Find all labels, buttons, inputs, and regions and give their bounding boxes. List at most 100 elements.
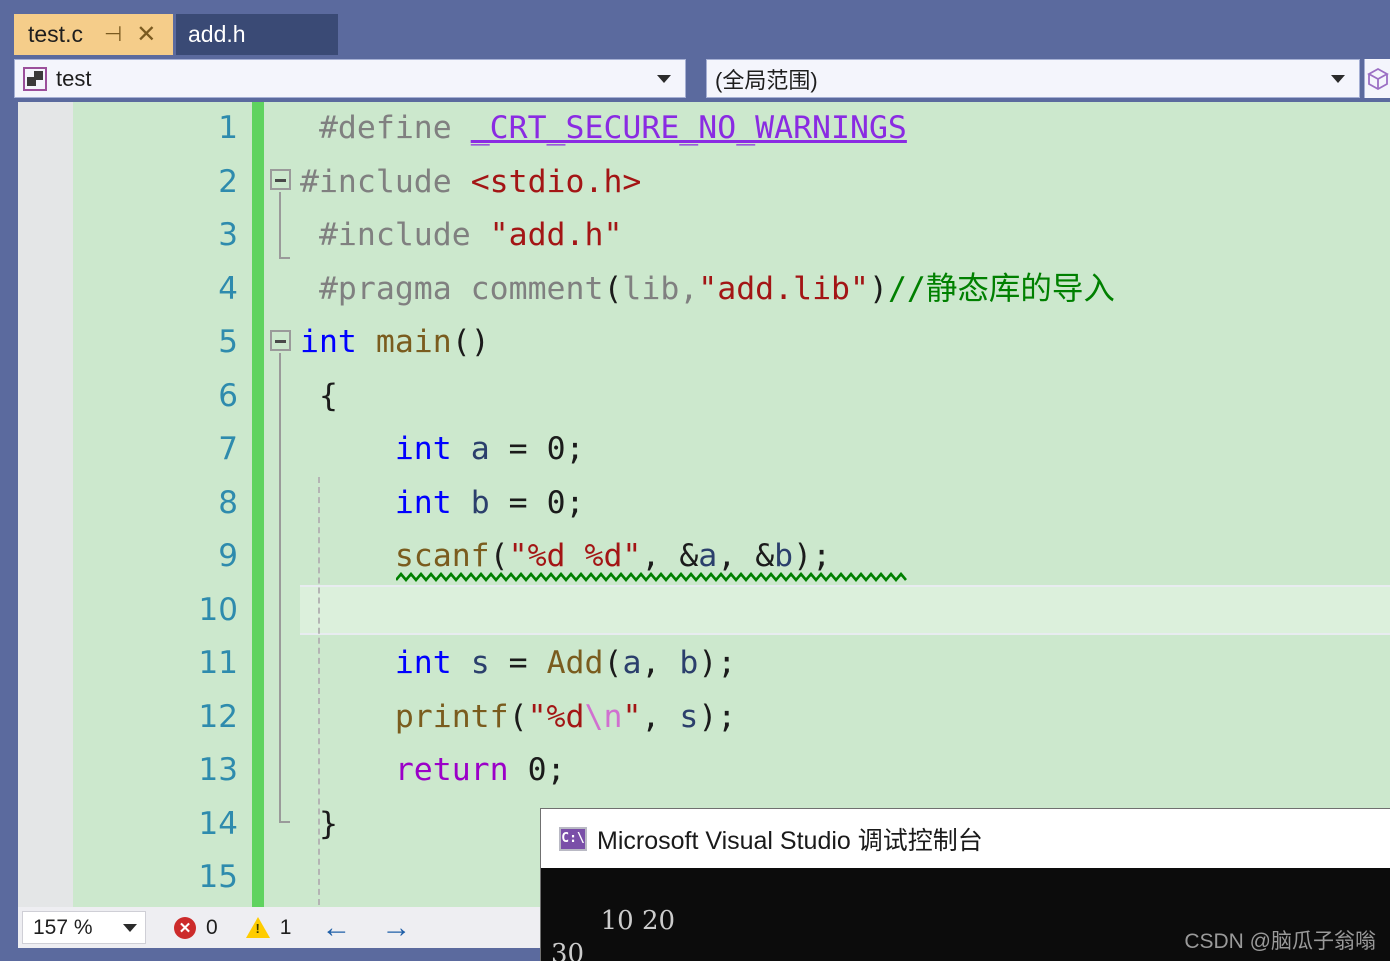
code-token: ); bbox=[698, 645, 737, 681]
code-token: "add.lib" bbox=[698, 270, 869, 307]
code-token: #include bbox=[300, 163, 471, 200]
pin-icon[interactable]: ⊣ bbox=[97, 24, 129, 45]
line-number: 4 bbox=[218, 270, 238, 307]
console-icon: C:\ bbox=[559, 826, 587, 851]
line-number: 3 bbox=[218, 217, 238, 253]
code-line[interactable]: scanf("%d %d", &a, &b); bbox=[300, 530, 831, 584]
code-token: lib, bbox=[622, 270, 699, 307]
code-token: b bbox=[470, 484, 490, 521]
code-token: Add bbox=[546, 645, 604, 681]
code-token: } bbox=[300, 805, 338, 842]
tab-add-h[interactable]: add.h bbox=[176, 14, 338, 55]
zoom-level-value: 157 % bbox=[33, 915, 93, 939]
code-line[interactable]: } bbox=[300, 798, 338, 852]
code-line[interactable]: #define _CRT_SECURE_NO_WARNINGS bbox=[300, 102, 907, 156]
line-number: 7 bbox=[218, 431, 238, 467]
code-token: , bbox=[641, 698, 680, 735]
code-token: "%d bbox=[527, 698, 585, 735]
folding-margin[interactable] bbox=[264, 102, 300, 907]
code-line[interactable]: int a = 0; bbox=[300, 423, 585, 477]
code-token: printf bbox=[394, 698, 509, 735]
code-token: s bbox=[679, 698, 699, 735]
code-token: "%d %d" bbox=[508, 538, 642, 574]
code-token: , & bbox=[641, 538, 699, 574]
warning-count-item[interactable]: 1 bbox=[245, 916, 291, 940]
watermark: CSDN @脑瓜子翁嗡 bbox=[1184, 930, 1376, 953]
cube-icon[interactable] bbox=[1364, 59, 1390, 98]
code-token: ); bbox=[793, 538, 832, 574]
code-line[interactable]: return 0; bbox=[300, 744, 566, 798]
fold-toggle-main[interactable] bbox=[270, 330, 291, 351]
scope-selector[interactable]: (全局范围) bbox=[706, 59, 1360, 98]
chevron-down-icon[interactable] bbox=[1331, 74, 1345, 83]
code-editor[interactable]: 1 2 3 4 5 6 7 8 9 10 11 12 13 14 15 #define _CRT_SECUR… bbox=[0, 102, 1390, 907]
arrow-right-icon[interactable]: → bbox=[381, 912, 411, 943]
project-puzzle-icon bbox=[23, 66, 47, 91]
code-token: { bbox=[300, 377, 338, 414]
code-token: ; bbox=[565, 431, 585, 467]
error-count-item[interactable]: ✕ 0 bbox=[174, 916, 218, 940]
line-number: 12 bbox=[198, 698, 238, 735]
code-token: ) bbox=[868, 270, 888, 307]
change-tracking-bar bbox=[252, 102, 264, 907]
code-line[interactable]: { bbox=[300, 370, 338, 424]
code-token: "add.h" bbox=[489, 217, 623, 253]
code-token: ( bbox=[603, 645, 623, 681]
scope-selector-value: (全局范围) bbox=[715, 67, 818, 93]
fold-bracket-foot bbox=[279, 257, 290, 259]
tab-test-c-label: test.c bbox=[28, 21, 83, 47]
console-title-text: Microsoft Visual Studio 调试控制台 bbox=[597, 826, 983, 855]
close-icon[interactable]: ✕ bbox=[129, 22, 163, 47]
code-text-area[interactable]: #define _CRT_SECURE_NO_WARNINGS #include … bbox=[300, 102, 1390, 907]
code-token: = bbox=[489, 484, 547, 521]
code-token: 0 bbox=[546, 484, 566, 521]
code-token: a bbox=[470, 431, 490, 467]
code-token: ; bbox=[546, 752, 566, 788]
code-token: \n bbox=[584, 698, 623, 735]
code-token: ; bbox=[565, 484, 585, 521]
code-token: , bbox=[641, 645, 680, 681]
error-icon: ✕ bbox=[174, 916, 196, 939]
debug-console-window[interactable]: C:\ Microsoft Visual Studio 调试控制台 10 20 … bbox=[540, 808, 1390, 961]
visual-studio-window: test.c ⊣ ✕ add.h test (全局范围) 1 2 3 4 5 6… bbox=[0, 0, 1390, 961]
code-token: int bbox=[394, 484, 452, 521]
code-line[interactable]: int s = Add(a, b); bbox=[300, 637, 736, 691]
zoom-level-selector[interactable]: 157 % bbox=[22, 911, 146, 944]
console-output-area[interactable]: 10 20 30 CSDN @脑瓜子翁嗡 bbox=[541, 868, 1390, 961]
code-line[interactable]: int b = 0; bbox=[300, 477, 585, 531]
console-title-bar: C:\ Microsoft Visual Studio 调试控制台 bbox=[541, 809, 1390, 868]
code-token: a bbox=[622, 645, 642, 681]
line-number: 1 bbox=[218, 110, 238, 146]
chevron-down-icon[interactable] bbox=[123, 923, 137, 932]
line-number: 2 bbox=[218, 163, 238, 200]
code-token: #include bbox=[318, 217, 490, 253]
chevron-down-icon[interactable] bbox=[657, 74, 671, 83]
code-line[interactable]: printf("%d\n", s); bbox=[300, 691, 736, 745]
code-token: #define bbox=[318, 110, 471, 146]
code-token: main bbox=[375, 324, 452, 360]
code-line[interactable]: #include "add.h" bbox=[300, 209, 622, 263]
code-line[interactable]: #include <stdio.h> bbox=[300, 156, 641, 210]
line-number: 14 bbox=[198, 805, 238, 842]
error-count: 0 bbox=[206, 915, 218, 939]
line-number: 11 bbox=[198, 645, 238, 681]
console-output-text: 10 20 30 bbox=[551, 906, 676, 961]
tab-test-c[interactable]: test.c ⊣ ✕ bbox=[14, 14, 174, 55]
code-token: " bbox=[622, 698, 642, 735]
project-selector[interactable]: test bbox=[14, 59, 686, 98]
code-token: a bbox=[698, 538, 718, 574]
code-line[interactable]: #pragma comment(lib,"add.lib")//静态库的导入 bbox=[300, 263, 1115, 317]
arrow-left-icon[interactable]: ← bbox=[321, 912, 351, 943]
code-line[interactable]: int main() bbox=[300, 316, 490, 370]
project-selector-value: test bbox=[56, 65, 92, 91]
fold-toggle-includes[interactable] bbox=[270, 169, 291, 190]
breakpoint-margin[interactable] bbox=[18, 102, 73, 907]
fold-bracket-foot bbox=[279, 821, 290, 823]
